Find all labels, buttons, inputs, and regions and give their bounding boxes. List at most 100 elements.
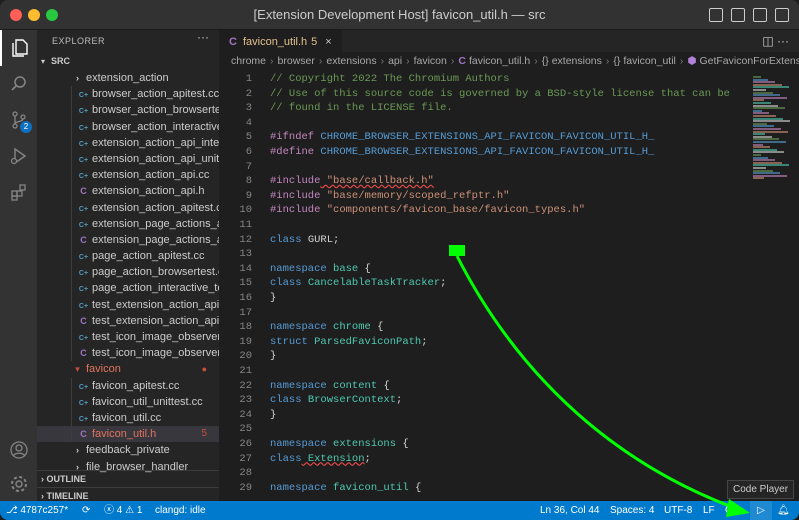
toggle-secondary-sidebar-icon[interactable] <box>753 8 767 22</box>
line-number: 24 <box>239 408 252 421</box>
run-debug-activity[interactable] <box>0 138 37 174</box>
code-text: { <box>358 262 371 275</box>
code-line: #ifndef CHROME_BROWSER_EXTENSIONS_API_FA… <box>270 130 654 145</box>
search-activity[interactable] <box>0 66 37 102</box>
language-status[interactable]: C++ <box>725 501 744 520</box>
more-actions-icon[interactable]: ··· <box>777 34 789 48</box>
tree-file[interactable]: Ctest_icon_image_observer.h <box>37 345 219 362</box>
minimap[interactable] <box>749 70 799 501</box>
code-text: ; <box>440 277 447 290</box>
tree-item-label: extension_action <box>86 72 169 84</box>
extensions-activity[interactable] <box>0 174 37 210</box>
header-file-icon: C <box>458 55 466 67</box>
timeline-section[interactable]: › TIMELINE <box>37 487 219 501</box>
tree-file[interactable]: C+ page_action_apitest.cc <box>37 248 219 265</box>
tree-file[interactable]: Ctest_extension_action_api_observer.h <box>37 312 219 329</box>
code-line: // Use of this source code is governed b… <box>270 87 730 102</box>
close-tab-icon[interactable]: × <box>325 36 331 48</box>
tree-file[interactable]: C+extension_page_actions_apitest.cc <box>37 215 219 232</box>
tree-file[interactable]: Cextension_action_api.h <box>37 183 219 200</box>
toggle-panel-icon[interactable] <box>731 8 745 22</box>
keyword: namespace <box>270 379 327 392</box>
code-line: struct ParsedFaviconPath; <box>270 335 428 350</box>
tree-file[interactable]: C+browser_action_interactive_test.cc <box>37 118 219 135</box>
line-number: 2 <box>245 87 252 100</box>
tab-favicon-util-h[interactable]: Cfavicon_util.h 5 × <box>219 30 342 52</box>
tree-file[interactable]: Cextension_page_actions_api.h <box>37 231 219 249</box>
tree-file[interactable]: C+page_action_interactive_test.cc <box>37 280 219 297</box>
macro-name: CHROME_BROWSER_EXTENSIONS_API_FAVICON_FA… <box>314 131 655 144</box>
tree-file[interactable]: C+test_extension_action_api_observer.cc <box>37 296 219 313</box>
tree-folder[interactable]: › feedback_private <box>37 442 219 458</box>
maximize-window-button[interactable] <box>46 9 58 21</box>
header-file-icon: C <box>80 429 87 440</box>
c-file-icon: C <box>229 36 237 48</box>
code-player-play-icon[interactable]: ▷ <box>750 501 772 520</box>
tree-file[interactable]: C+extension_action_api_unittest.cc <box>37 150 219 168</box>
breadcrumb-item[interactable]: api <box>388 55 402 67</box>
type-name: BrowserContext <box>301 394 397 407</box>
tree-file[interactable]: C+ page_action_browsertest.cc <box>37 264 219 281</box>
code-line: class Extension; <box>270 452 371 467</box>
line-number: 8 <box>245 175 252 188</box>
error-count: 4 <box>116 505 123 516</box>
breadcrumb-item[interactable]: {} extensions <box>542 55 602 67</box>
tree-file[interactable]: C+test_icon_image_observer.cc <box>37 329 219 346</box>
manage-activity[interactable] <box>0 466 37 502</box>
tree-file[interactable]: C+extension_action_api_interactive_test.… <box>37 134 219 151</box>
tree-folder[interactable]: ▾ favicon ● <box>37 361 219 377</box>
explorer-root-section[interactable]: ▾ SRC <box>37 52 219 70</box>
tree-folder[interactable]: › extension_action <box>37 70 219 86</box>
code-line: class CancelableTaskTracker; <box>270 276 446 291</box>
accounts-activity[interactable] <box>0 432 37 468</box>
indent-guide <box>71 248 72 265</box>
tree-file[interactable]: C+browser_action_browsertest.cc <box>37 102 219 119</box>
sync-icon[interactable]: ⟳ <box>82 501 90 520</box>
breadcrumb-item[interactable]: favicon_util.h <box>469 55 530 67</box>
breadcrumb-item[interactable]: extensions <box>326 55 376 67</box>
breadcrumb-separator: › <box>450 55 455 67</box>
minimize-window-button[interactable] <box>28 9 40 21</box>
explorer-activity[interactable] <box>0 30 37 66</box>
code-line: #include "base/memory/scoped_refptr.h" <box>270 189 509 204</box>
more-actions-icon[interactable]: ··· <box>197 30 209 44</box>
source-control-activity[interactable]: 2 <box>0 102 37 138</box>
problems-status[interactable]: ⓧ 4 ⚠ 1 <box>104 501 142 520</box>
editor-actions: ◫ ··· <box>762 30 789 52</box>
encoding-status[interactable]: UTF-8 <box>664 501 692 520</box>
line-number: 15 <box>239 277 252 290</box>
clangd-status[interactable]: clangd: idle <box>155 501 206 520</box>
keyword: class <box>270 233 302 246</box>
line-number: 23 <box>239 394 252 407</box>
tree-file[interactable]: C+ favicon_util.cc <box>37 409 219 427</box>
tree-file[interactable]: C+ browser_action_apitest.cc <box>37 86 219 103</box>
extensions-icon <box>10 184 26 201</box>
breadcrumb-item[interactable]: favicon <box>414 55 447 67</box>
window-title: [Extension Development Host] favicon_uti… <box>253 7 546 22</box>
indentation-status[interactable]: Spaces: 4 <box>610 501 654 520</box>
modified-dot-icon: ● <box>201 364 207 375</box>
breadcrumb-item[interactable]: {} favicon_util <box>613 55 675 67</box>
eol-status[interactable]: LF <box>703 501 715 520</box>
tree-file[interactable]: Cfavicon_util.h 5 <box>37 426 219 443</box>
tree-file[interactable]: C+ favicon_apitest.cc <box>37 377 219 394</box>
code-text: { <box>377 379 390 392</box>
toggle-sidebar-icon[interactable] <box>709 8 723 22</box>
breadcrumb-item[interactable]: chrome <box>231 55 266 67</box>
breadcrumb-separator: › <box>318 55 323 67</box>
code-editor[interactable]: 1 // Copyright 2022 The Chromium Authors 2… <box>219 70 749 501</box>
tree-file[interactable]: C+ extension_action_apitest.cc <box>37 199 219 216</box>
tree-file[interactable]: C+ extension_action_api.cc <box>37 167 219 184</box>
breadcrumb-item[interactable]: browser <box>278 55 315 67</box>
close-window-button[interactable] <box>10 9 22 21</box>
account-icon <box>9 441 28 459</box>
breadcrumb-item[interactable]: GetFaviconForExtensionRequest <box>699 55 799 67</box>
chevron-right-icon: › <box>76 73 79 83</box>
outline-section[interactable]: › OUTLINE <box>37 470 219 487</box>
branch-status[interactable]: ⎇ 4787c257* <box>6 501 68 520</box>
cursor-position[interactable]: Ln 36, Col 44 <box>540 501 600 520</box>
split-editor-icon[interactable]: ◫ <box>762 34 773 48</box>
notifications-bell-icon[interactable]: 🔔︎ <box>777 501 790 520</box>
customize-layout-icon[interactable] <box>775 8 789 22</box>
tree-file[interactable]: C+ favicon_util_unittest.cc <box>37 393 219 410</box>
